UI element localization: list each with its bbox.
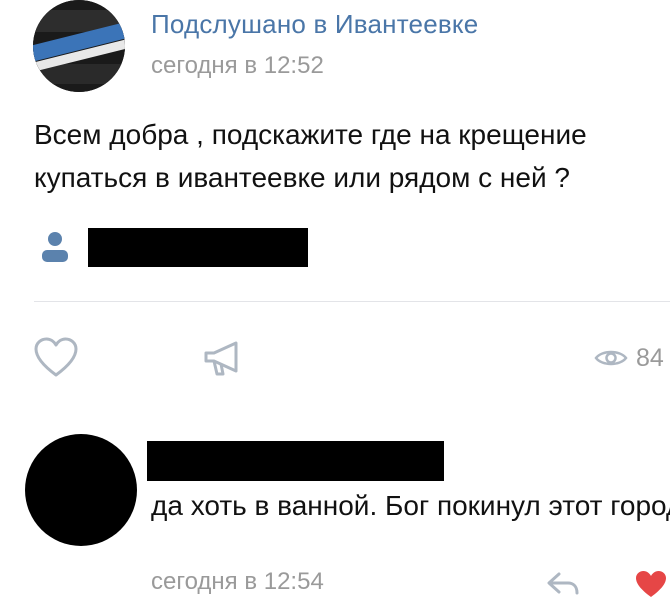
- group-logo-icon: [33, 0, 125, 92]
- comment-timestamp: сегодня в 12:54: [151, 568, 324, 595]
- share-button[interactable]: [200, 338, 246, 380]
- eye-icon: [594, 348, 628, 368]
- comment-avatar-redacted[interactable]: [25, 434, 137, 546]
- reply-button[interactable]: [546, 570, 580, 598]
- megaphone-icon: [204, 341, 238, 376]
- post-timestamp: сегодня в 12:52: [151, 52, 324, 79]
- post-text: Всем добра , подскажите где на крещение …: [34, 119, 587, 193]
- author-name-redacted[interactable]: [88, 228, 308, 267]
- like-button[interactable]: [33, 336, 79, 380]
- group-avatar[interactable]: [33, 0, 125, 92]
- reply-arrow-icon: [547, 572, 579, 595]
- comment-author-redacted[interactable]: [147, 441, 444, 481]
- divider: [34, 301, 670, 302]
- group-name-link[interactable]: Подслушано в Ивантеевке: [151, 9, 478, 40]
- heart-outline-icon: [34, 337, 78, 377]
- views-count: 84: [636, 344, 664, 372]
- comment-like-button[interactable]: [634, 569, 668, 599]
- heart-filled-icon: [636, 571, 666, 597]
- author-user-icon: [36, 231, 74, 265]
- comment-text: да хоть в ванной. Бог покинул этот город: [151, 490, 670, 521]
